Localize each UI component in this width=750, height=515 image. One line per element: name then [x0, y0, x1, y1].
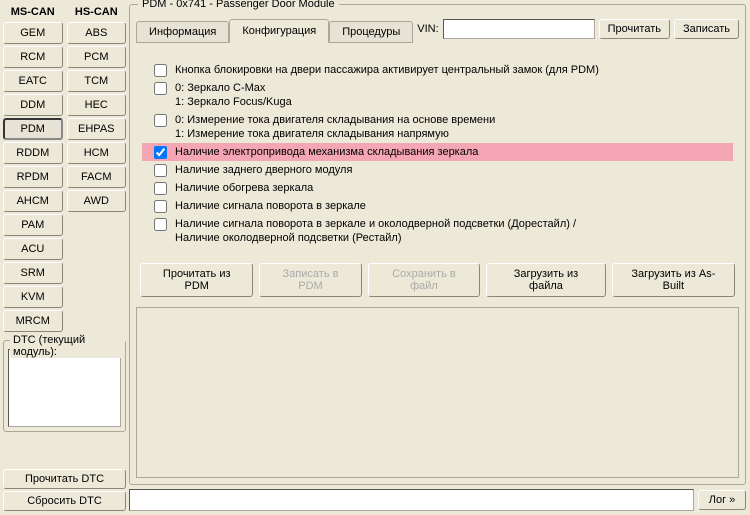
- log-output: [129, 489, 694, 511]
- module-button-mrcm[interactable]: MRCM: [3, 310, 63, 332]
- tab-procedures[interactable]: Процедуры: [329, 21, 413, 43]
- module-button-hcm[interactable]: HCM: [67, 142, 127, 164]
- module-button-ehpas[interactable]: EHPAS: [67, 118, 127, 140]
- module-button-eatc[interactable]: EATC: [3, 70, 63, 92]
- module-button-ahcm[interactable]: AHCM: [3, 190, 63, 212]
- module-button-pam[interactable]: PAM: [3, 214, 63, 236]
- tab-configuration[interactable]: Конфигурация: [229, 19, 329, 43]
- vin-label: VIN:: [417, 23, 438, 35]
- config-checkbox-2[interactable]: [154, 114, 167, 127]
- read-from-pdm-button[interactable]: Прочитать из PDM: [140, 263, 253, 297]
- config-row: 0: Измерение тока двигателя складывания …: [142, 111, 733, 143]
- module-button-rcm[interactable]: RCM: [3, 46, 63, 68]
- write-to-pdm-button[interactable]: Записать в PDM: [259, 263, 361, 297]
- config-label: 0: Зеркало C-Max 1: Зеркало Focus/Kuga: [175, 81, 292, 109]
- module-button-pcm[interactable]: PCM: [67, 46, 127, 68]
- config-row: Наличие заднего дверного модуля: [142, 161, 733, 179]
- config-checkbox-4[interactable]: [154, 164, 167, 177]
- config-row: Наличие сигнала поворота в зеркале и око…: [142, 215, 733, 247]
- tab-information[interactable]: Информация: [136, 21, 229, 43]
- module-button-tcm[interactable]: TCM: [67, 70, 127, 92]
- ms-can-header: MS-CAN: [3, 4, 63, 22]
- config-label: Наличие электропривода механизма складыв…: [175, 145, 478, 159]
- empty-panel: [136, 307, 739, 478]
- vin-input[interactable]: [443, 19, 595, 39]
- config-row: Наличие сигнала поворота в зеркале: [142, 197, 733, 215]
- config-checkbox-6[interactable]: [154, 200, 167, 213]
- dtc-group: DTC (текущий модуль):: [3, 340, 126, 432]
- config-checkbox-3[interactable]: [154, 146, 167, 159]
- config-label: 0: Измерение тока двигателя складывания …: [175, 113, 495, 141]
- module-button-gem[interactable]: GEM: [3, 22, 63, 44]
- module-button-pdm[interactable]: PDM: [3, 118, 63, 140]
- dtc-group-label: DTC (текущий модуль):: [10, 334, 125, 358]
- config-label: Наличие сигнала поворота в зеркале: [175, 199, 366, 213]
- dtc-listbox[interactable]: [8, 349, 121, 427]
- write-button[interactable]: Записать: [674, 19, 739, 39]
- read-dtc-button[interactable]: Прочитать DTC: [3, 469, 126, 489]
- config-checkbox-1[interactable]: [154, 82, 167, 95]
- log-toggle-button[interactable]: Лог »: [698, 490, 746, 510]
- config-label: Наличие сигнала поворота в зеркале и око…: [175, 217, 576, 245]
- module-button-abs[interactable]: ABS: [67, 22, 127, 44]
- module-title: PDM - 0x741 - Passenger Door Module: [138, 0, 339, 10]
- module-button-hec[interactable]: HEC: [67, 94, 127, 116]
- module-button-srm[interactable]: SRM: [3, 262, 63, 284]
- read-button[interactable]: Прочитать: [599, 19, 670, 39]
- config-label: Наличие заднего дверного модуля: [175, 163, 352, 177]
- config-row: Наличие электропривода механизма складыв…: [142, 143, 733, 161]
- config-label: Кнопка блокировки на двери пассажира акт…: [175, 63, 599, 77]
- module-button-facm[interactable]: FACM: [67, 166, 127, 188]
- module-button-rddm[interactable]: RDDM: [3, 142, 63, 164]
- hs-can-header: HS-CAN: [67, 4, 127, 22]
- config-checkbox-7[interactable]: [154, 218, 167, 231]
- config-row: 0: Зеркало C-Max 1: Зеркало Focus/Kuga: [142, 79, 733, 111]
- config-row: Наличие обогрева зеркала: [142, 179, 733, 197]
- module-button-kvm[interactable]: KVM: [3, 286, 63, 308]
- config-checkbox-5[interactable]: [154, 182, 167, 195]
- config-checkbox-0[interactable]: [154, 64, 167, 77]
- save-to-file-button[interactable]: Сохранить в файл: [368, 263, 481, 297]
- module-button-rpdm[interactable]: RPDM: [3, 166, 63, 188]
- load-from-file-button[interactable]: Загрузить из файла: [486, 263, 605, 297]
- config-label: Наличие обогрева зеркала: [175, 181, 313, 195]
- module-button-acu[interactable]: ACU: [3, 238, 63, 260]
- clear-dtc-button[interactable]: Сбросить DTC: [3, 491, 126, 511]
- config-row: Кнопка блокировки на двери пассажира акт…: [142, 61, 733, 79]
- load-from-asbuilt-button[interactable]: Загрузить из As-Built: [612, 263, 735, 297]
- module-button-awd[interactable]: AWD: [67, 190, 127, 212]
- module-button-ddm[interactable]: DDM: [3, 94, 63, 116]
